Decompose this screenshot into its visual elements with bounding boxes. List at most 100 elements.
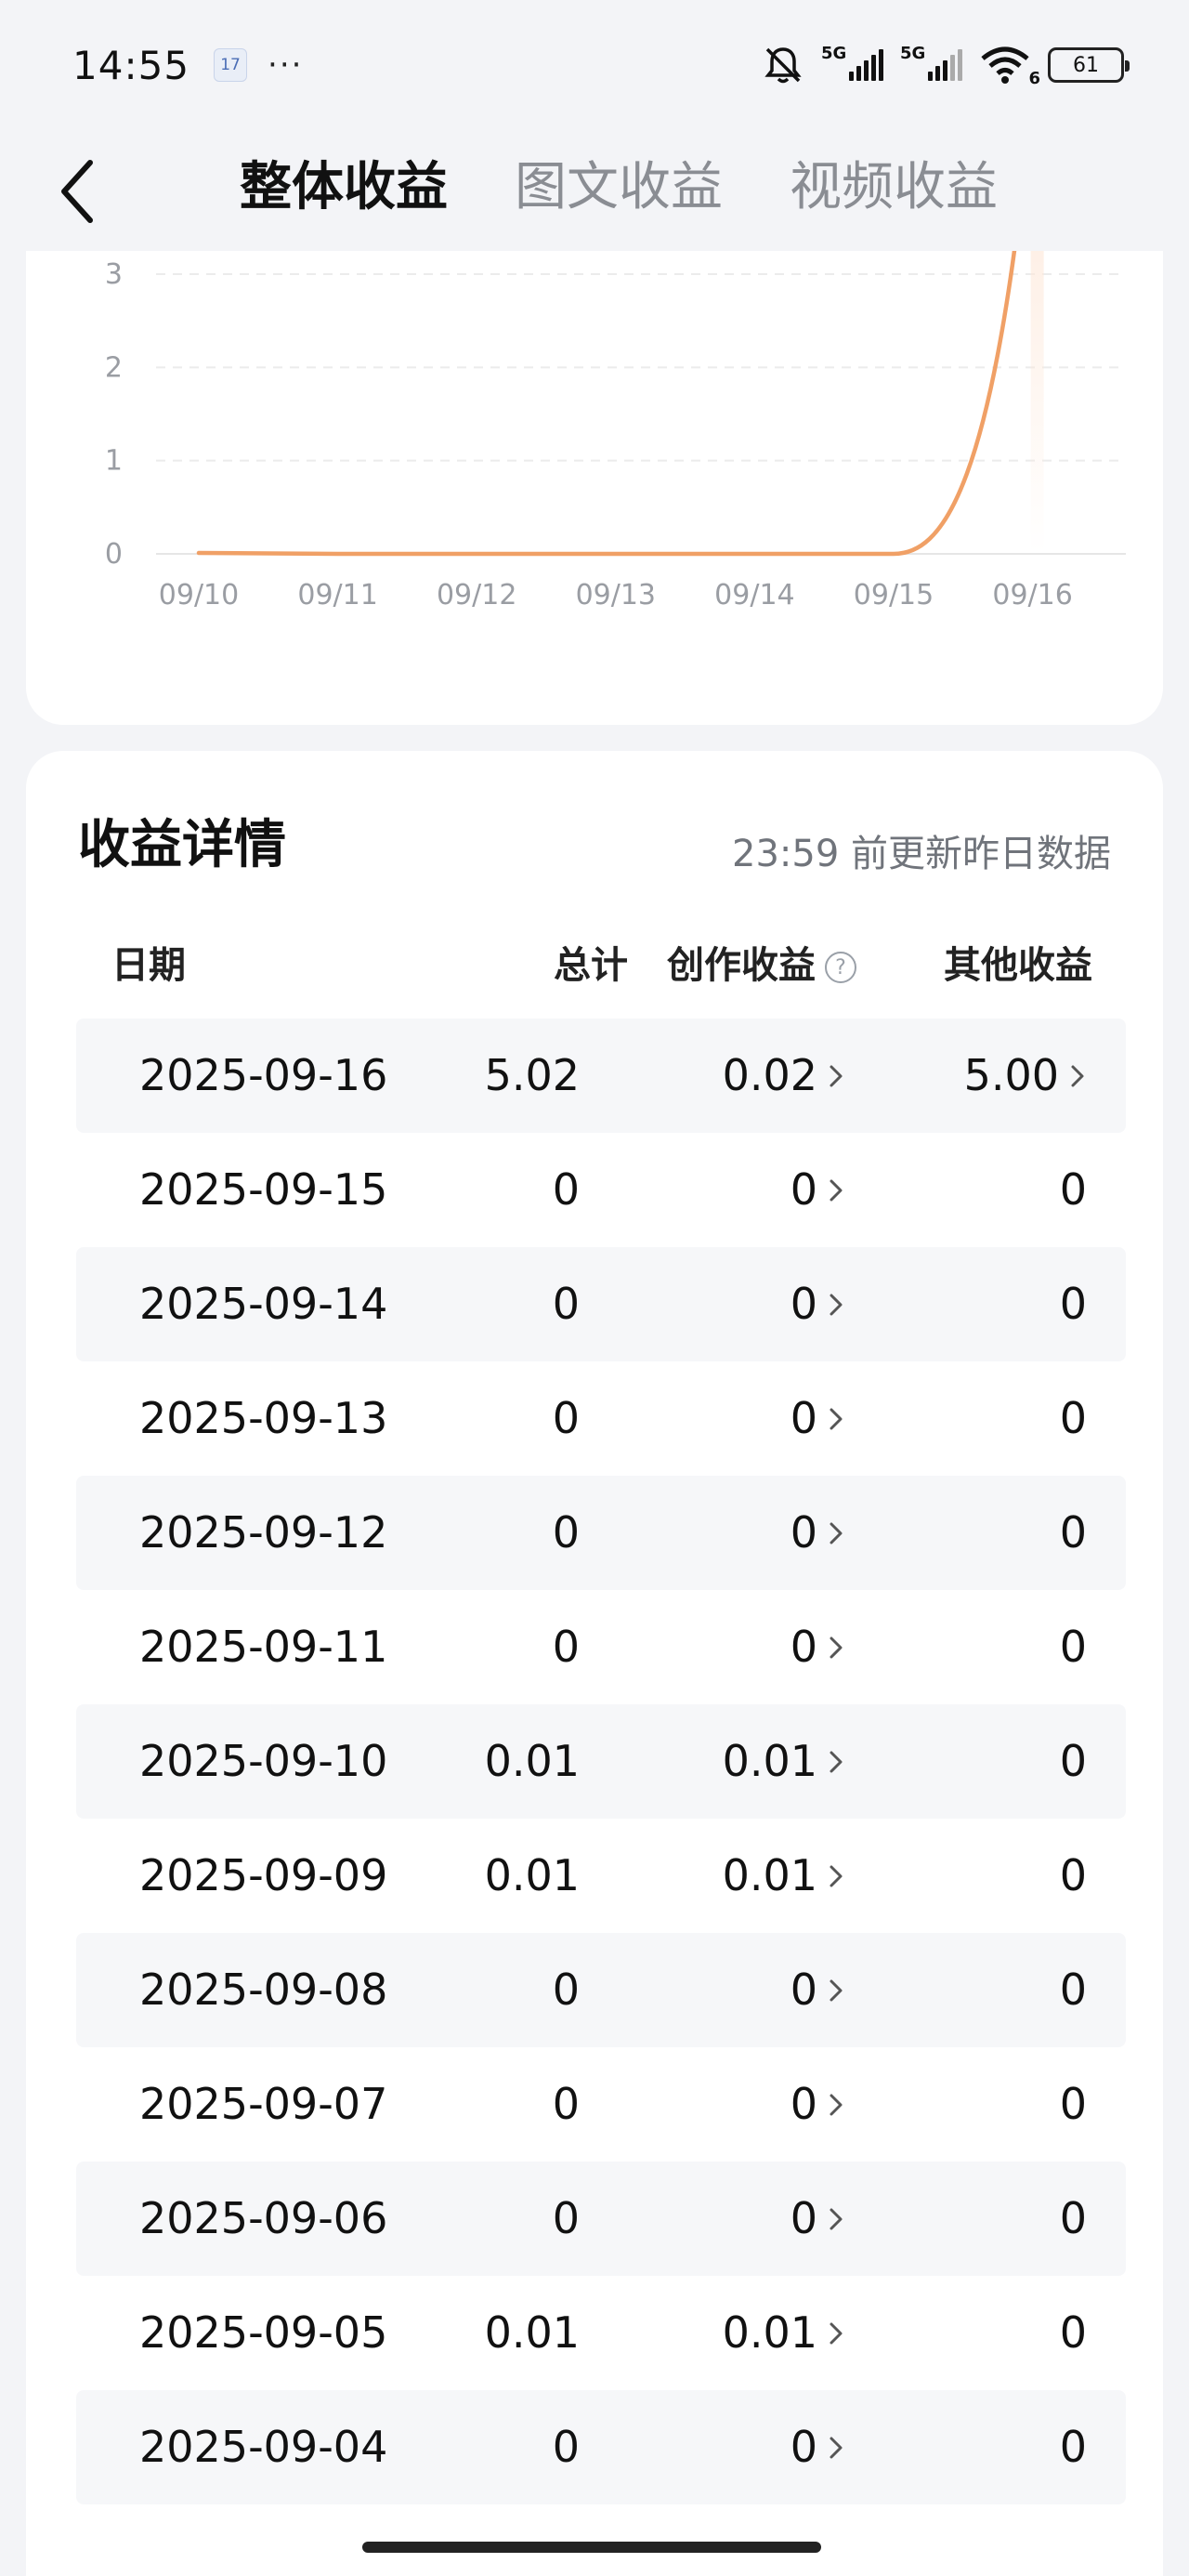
row-create-earnings-link[interactable]: 0 bbox=[790, 1361, 845, 1476]
x-tick-label: 09/16 bbox=[992, 579, 1072, 611]
signal-icon-1: 5G bbox=[821, 44, 883, 81]
data-point bbox=[335, 551, 341, 557]
row-total: 0 bbox=[552, 2193, 580, 2243]
row-date: 2025-09-09 bbox=[139, 1850, 388, 1900]
row-create-earnings-link[interactable]: 0.01 bbox=[723, 2276, 845, 2390]
row-date: 2025-09-16 bbox=[139, 1050, 388, 1100]
row-other-earnings: 0 bbox=[1060, 2047, 1087, 2162]
earnings-line-chart[interactable]: 0 1 2 3 09/10 09/11 09/12 09/13 09/14 09/15 09/16 bbox=[26, 251, 1163, 660]
x-tick-label: 09/15 bbox=[854, 579, 934, 611]
row-date: 2025-09-10 bbox=[139, 1736, 388, 1786]
row-other-earnings[interactable]: 5.00 bbox=[964, 1019, 1087, 1133]
battery-icon: 61 bbox=[1048, 47, 1130, 83]
row-other-value: 0 bbox=[1059, 2193, 1087, 2243]
table-row: 2025-09-04 0 0 0 bbox=[76, 2390, 1126, 2504]
data-point bbox=[474, 551, 479, 557]
table-row: 2025-09-16 5.02 0.02 5.00 bbox=[76, 1019, 1126, 1133]
row-create-earnings-link[interactable]: 0 bbox=[790, 2390, 845, 2504]
table-row: 2025-09-10 0.01 0.01 0 bbox=[76, 1704, 1126, 1819]
data-point bbox=[196, 550, 202, 556]
row-total: 0 bbox=[552, 1507, 580, 1557]
row-other-value: 0 bbox=[1059, 1850, 1087, 1900]
row-total: 0.01 bbox=[484, 1850, 580, 1900]
row-total: 5.02 bbox=[484, 1050, 580, 1100]
row-other-earnings: 0 bbox=[1060, 1704, 1087, 1819]
y-tick-label: 2 bbox=[105, 351, 123, 384]
row-other-earnings: 0 bbox=[1060, 1476, 1087, 1590]
row-other-value: 0 bbox=[1059, 1965, 1087, 2015]
row-date: 2025-09-08 bbox=[139, 1965, 388, 2015]
row-date: 2025-09-14 bbox=[139, 1279, 388, 1329]
row-date: 2025-09-15 bbox=[139, 1164, 388, 1215]
row-total: 0 bbox=[552, 2422, 580, 2472]
row-create-earnings-link[interactable]: 0.01 bbox=[723, 1704, 845, 1819]
y-tick-label: 1 bbox=[105, 445, 123, 478]
tab-overall[interactable]: 整体收益 bbox=[240, 151, 448, 225]
network-type-2: 5G bbox=[900, 44, 926, 63]
bell-muted-icon bbox=[764, 47, 802, 84]
x-tick-label: 09/12 bbox=[437, 579, 516, 611]
x-tick-label: 09/14 bbox=[714, 579, 794, 611]
y-tick-label: 0 bbox=[105, 538, 123, 571]
help-icon[interactable]: ? bbox=[825, 952, 856, 983]
row-date: 2025-09-11 bbox=[139, 1622, 388, 1672]
x-tick-label: 09/13 bbox=[576, 579, 656, 611]
chevron-right-icon bbox=[830, 1636, 843, 1658]
chevron-right-icon bbox=[830, 1179, 843, 1201]
col-head-create-label: 创作收益 bbox=[667, 944, 816, 987]
detail-title: 收益详情 bbox=[78, 815, 286, 875]
table-row: 2025-09-06 0 0 0 bbox=[76, 2162, 1126, 2276]
row-create-earnings-link[interactable]: 0 bbox=[790, 1933, 845, 2047]
earnings-chart-card: 0 1 2 3 09/10 09/11 09/12 09/13 09/14 09/15 09/16 bbox=[26, 251, 1163, 725]
data-point bbox=[613, 551, 619, 557]
row-create-earnings-link[interactable]: 0 bbox=[790, 1247, 845, 1361]
row-total: 0.01 bbox=[484, 2307, 580, 2358]
row-create-value: 0.01 bbox=[722, 1736, 817, 1786]
row-create-value: 0 bbox=[790, 1164, 817, 1215]
row-create-value: 0 bbox=[790, 1965, 817, 2015]
row-date: 2025-09-13 bbox=[139, 1393, 388, 1443]
table-row: 2025-09-07 0 0 0 bbox=[76, 2047, 1126, 2162]
tab-video[interactable]: 视频收益 bbox=[790, 151, 998, 225]
area-fill bbox=[1030, 251, 1044, 554]
back-button[interactable] bbox=[45, 156, 110, 227]
row-other-value: 5.00 bbox=[963, 1050, 1059, 1100]
row-date: 2025-09-04 bbox=[139, 2422, 388, 2472]
row-create-earnings-link[interactable]: 0 bbox=[790, 1133, 845, 1247]
chevron-right-icon bbox=[830, 1522, 843, 1544]
row-create-value: 0 bbox=[790, 1507, 817, 1557]
x-tick-label: 09/11 bbox=[297, 579, 377, 611]
chevron-right-icon bbox=[830, 1865, 843, 1886]
row-create-earnings-link[interactable]: 0.02 bbox=[723, 1019, 845, 1133]
row-other-value: 0 bbox=[1059, 1622, 1087, 1672]
status-icons: 5G 5G 6 61 bbox=[762, 44, 1130, 88]
row-total: 0 bbox=[552, 1965, 580, 2015]
row-other-value: 0 bbox=[1059, 1164, 1087, 1215]
row-create-earnings-link[interactable]: 0.01 bbox=[723, 1819, 845, 1933]
data-point bbox=[891, 551, 896, 557]
col-head-total: 总计 bbox=[554, 944, 628, 987]
chevron-right-icon bbox=[1071, 1065, 1084, 1086]
network-type-1: 5G bbox=[821, 44, 847, 63]
row-create-earnings-link[interactable]: 0 bbox=[790, 2162, 845, 2276]
row-date: 2025-09-12 bbox=[139, 1507, 388, 1557]
battery-level: 61 bbox=[1073, 53, 1099, 77]
wifi-icon: 6 bbox=[979, 46, 1040, 88]
series-line bbox=[196, 251, 1017, 557]
row-other-value: 0 bbox=[1059, 2422, 1087, 2472]
row-other-earnings: 0 bbox=[1060, 1133, 1087, 1247]
status-time: 14:55 bbox=[72, 42, 190, 88]
table-row: 2025-09-08 0 0 0 bbox=[76, 1933, 1126, 2047]
row-create-value: 0 bbox=[790, 2079, 817, 2129]
row-other-value: 0 bbox=[1059, 1507, 1087, 1557]
tab-article[interactable]: 图文收益 bbox=[515, 151, 723, 225]
table-row: 2025-09-15 0 0 0 bbox=[76, 1133, 1126, 1247]
home-indicator[interactable] bbox=[362, 2542, 821, 2553]
row-create-earnings-link[interactable]: 0 bbox=[790, 1476, 845, 1590]
row-total: 0.01 bbox=[484, 1736, 580, 1786]
row-other-value: 0 bbox=[1059, 1279, 1087, 1329]
update-note: 23:59 前更新昨日数据 bbox=[732, 833, 1111, 875]
chevron-right-icon bbox=[830, 2094, 843, 2115]
row-create-earnings-link[interactable]: 0 bbox=[790, 2047, 845, 2162]
row-create-earnings-link[interactable]: 0 bbox=[790, 1590, 845, 1704]
